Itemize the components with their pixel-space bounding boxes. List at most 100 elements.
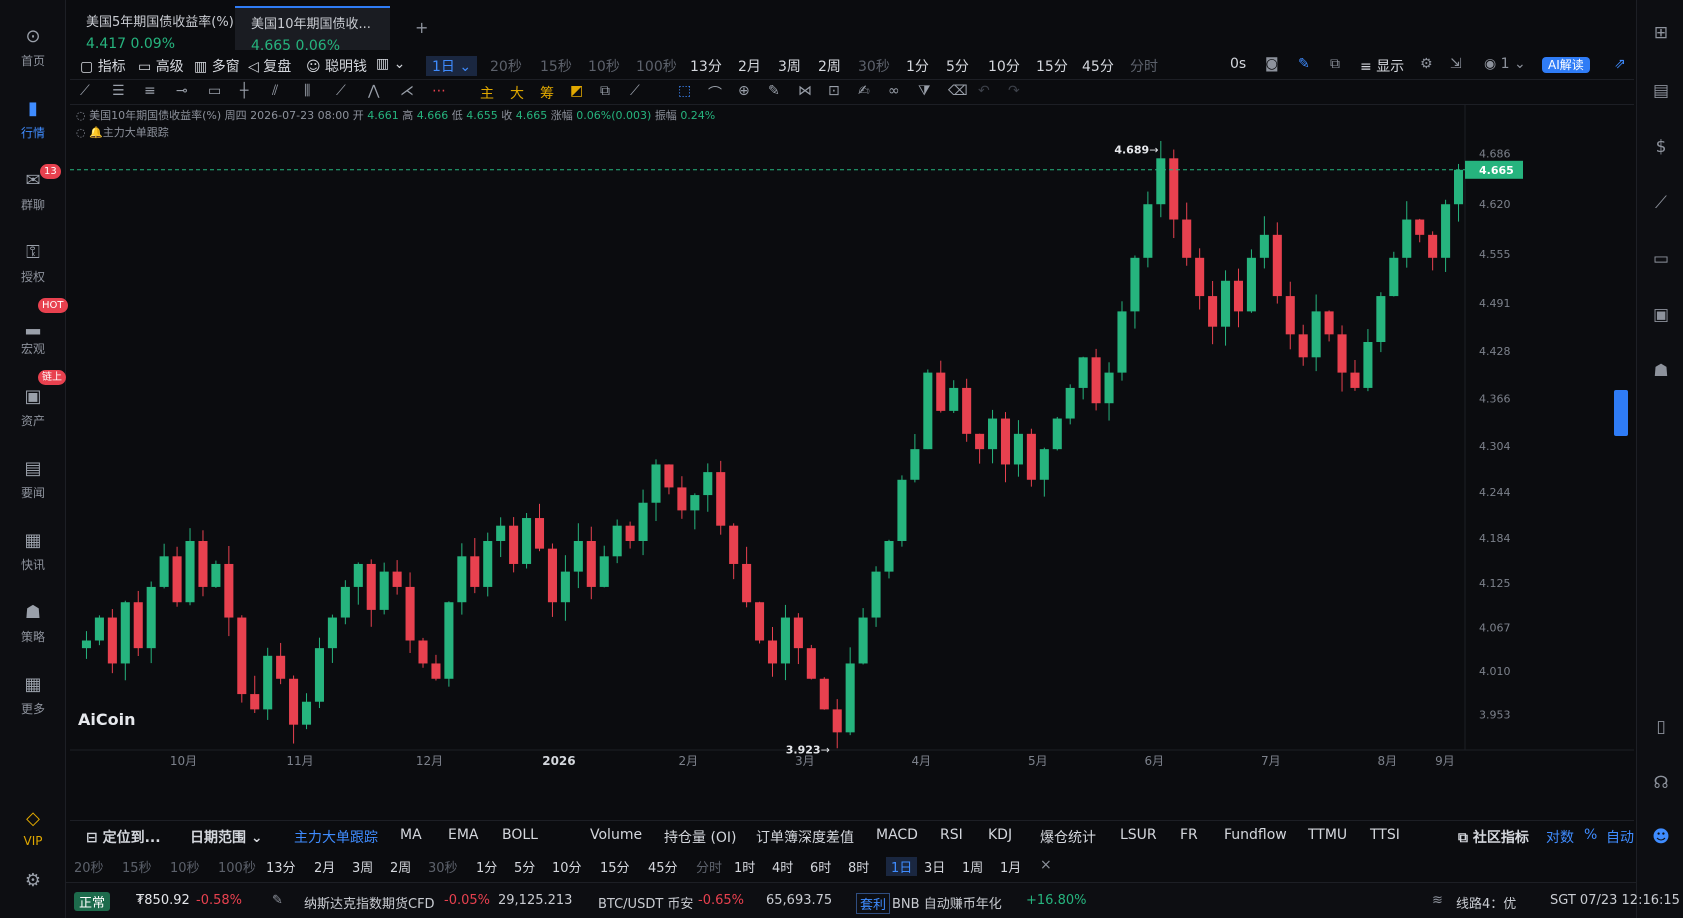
period-20s[interactable]: 20秒 bbox=[490, 56, 522, 76]
period-2w[interactable]: 2周 bbox=[818, 56, 841, 76]
auto-toggle[interactable]: 自动 bbox=[1606, 827, 1634, 847]
marker-icon[interactable]: ◩ bbox=[570, 83, 583, 99]
fib-icon[interactable]: ⫼ bbox=[304, 83, 310, 99]
parallel-icon[interactable]: ☰ bbox=[112, 83, 125, 99]
bottom-period-2[interactable]: 10秒 bbox=[170, 857, 200, 876]
chip-icon[interactable]: 筹 bbox=[540, 83, 554, 103]
percent-toggle[interactable]: % bbox=[1584, 827, 1597, 843]
measure-icon[interactable]: ⟋ bbox=[630, 83, 640, 99]
bottom-period-4[interactable]: 13分 bbox=[266, 857, 296, 876]
collapse-icon[interactable]: ⇲ bbox=[1450, 56, 1462, 72]
trend-line-icon[interactable]: ⟋ bbox=[80, 83, 90, 99]
bottom-period-12[interactable]: 15分 bbox=[600, 857, 630, 876]
nav-more[interactable]: ▦ 更多 bbox=[0, 674, 66, 717]
brush-icon[interactable]: ✎ bbox=[768, 83, 780, 99]
edit-icon[interactable]: ✍ bbox=[858, 83, 870, 99]
ind-depth[interactable]: 订单簿深度差值 bbox=[756, 827, 854, 847]
nav-auth[interactable]: ⚿ 授权 bbox=[0, 242, 66, 285]
period-15s[interactable]: 15秒 bbox=[540, 56, 572, 76]
display-button[interactable]: ≡ 显示 bbox=[1360, 56, 1404, 76]
ind-ttmu[interactable]: TTMU bbox=[1308, 827, 1347, 843]
ticker-2-name[interactable]: BTC/USDT 币安 bbox=[598, 893, 693, 912]
pattern-icon[interactable]: ⋌ bbox=[400, 83, 414, 99]
nav-flash[interactable]: ▦ 快讯 bbox=[0, 530, 66, 573]
kline-chart[interactable]: ◌ 美国10年期国债收益率(%) 周四 2026-07-23 08:00 开 4… bbox=[70, 105, 1634, 820]
balance[interactable]: ₮850.92 bbox=[136, 893, 190, 908]
bot-icon[interactable]: ☗ bbox=[1650, 360, 1672, 382]
trash-icon[interactable]: ⌫ bbox=[948, 83, 968, 99]
ruler-icon[interactable]: ⌒ bbox=[708, 83, 722, 103]
trade-icon[interactable]: $ bbox=[1650, 136, 1672, 158]
ind-volume[interactable]: Volume bbox=[590, 827, 642, 843]
log-toggle[interactable]: 对数 bbox=[1546, 827, 1574, 847]
dot-line-icon[interactable]: ⋯ bbox=[432, 83, 446, 99]
period-45m[interactable]: 45分 bbox=[1082, 56, 1114, 76]
undo-icon[interactable]: ↶ bbox=[978, 83, 990, 99]
bottom-period-20[interactable]: 3日 bbox=[924, 857, 945, 876]
ind-oi[interactable]: 持仓量 (OI) bbox=[664, 827, 737, 847]
big-order-icon[interactable]: 大 bbox=[510, 83, 524, 103]
period-5m[interactable]: 5分 bbox=[946, 56, 969, 76]
close-period-bar-icon[interactable]: × bbox=[1040, 857, 1052, 873]
bottom-period-6[interactable]: 3周 bbox=[352, 857, 373, 876]
monitor-icon[interactable]: ▭ bbox=[1650, 248, 1672, 270]
ind-boll[interactable]: BOLL bbox=[502, 827, 538, 843]
tab-us5y[interactable]: 美国5年期国债收益率(%) 4.417 0.09% bbox=[70, 6, 234, 52]
layout-icon[interactable]: ⊞ bbox=[1650, 22, 1672, 44]
pitchfork-icon[interactable]: ⟋ bbox=[336, 83, 346, 99]
period-selector[interactable]: 1日 ⌄ bbox=[426, 56, 478, 76]
line-status[interactable]: 线路4：优 bbox=[1456, 893, 1516, 912]
nav-macro[interactable]: ▂ 宏观 HOT bbox=[0, 298, 68, 357]
bottom-period-11[interactable]: 10分 bbox=[552, 857, 582, 876]
indicator-button[interactable]: ▢ 指标 bbox=[80, 56, 126, 76]
bottom-period-15[interactable]: 1时 bbox=[734, 857, 755, 876]
nav-news[interactable]: ▤ 要闻 bbox=[0, 458, 66, 501]
nav-assets[interactable]: ▣ 资产 链上 bbox=[0, 370, 66, 429]
filter-icon[interactable]: ⧩ bbox=[918, 83, 931, 99]
period-3w[interactable]: 3周 bbox=[778, 56, 801, 76]
notes-icon[interactable]: ▯ bbox=[1650, 716, 1672, 738]
bottom-period-0[interactable]: 20秒 bbox=[74, 857, 104, 876]
draw-icon[interactable]: ✎ bbox=[1298, 56, 1310, 72]
fullscreen-icon[interactable]: ⧉ bbox=[1330, 56, 1340, 72]
bottom-period-21[interactable]: 1周 bbox=[962, 857, 983, 876]
smart-money-button[interactable]: ☺ 聪明钱 bbox=[306, 56, 367, 76]
eye-dropdown[interactable]: ◉ 1 ⌄ bbox=[1484, 56, 1526, 72]
bottom-period-14[interactable]: 分时 bbox=[696, 857, 722, 876]
ind-macd[interactable]: MACD bbox=[876, 827, 918, 843]
date-range-dropdown[interactable]: 日期范围 ⌄ bbox=[190, 827, 263, 847]
channel-icon[interactable]: ⫽ bbox=[272, 83, 278, 99]
nav-strategy[interactable]: ☗ 策略 bbox=[0, 602, 66, 645]
ind-ttsi[interactable]: TTSI bbox=[1370, 827, 1400, 843]
period-10s[interactable]: 10秒 bbox=[588, 56, 620, 76]
main-force-icon[interactable]: 主 bbox=[480, 83, 494, 103]
period-100s[interactable]: 100秒 bbox=[636, 56, 677, 76]
bottom-period-3[interactable]: 100秒 bbox=[218, 857, 256, 876]
add-tab-button[interactable]: + bbox=[415, 18, 428, 37]
period-1m[interactable]: 1分 bbox=[906, 56, 929, 76]
nav-vip[interactable]: ◇ VIP bbox=[0, 808, 66, 848]
ind-fr[interactable]: FR bbox=[1180, 827, 1198, 843]
advanced-button[interactable]: ▭ 高级 bbox=[138, 56, 184, 76]
bottom-period-10[interactable]: 5分 bbox=[514, 857, 535, 876]
vline-icon[interactable]: ┼ bbox=[240, 83, 248, 99]
ind-rsi[interactable]: RSI bbox=[940, 827, 963, 843]
ind-ema[interactable]: EMA bbox=[448, 827, 479, 843]
select-icon[interactable]: ⬚ bbox=[678, 83, 691, 99]
bottom-period-19[interactable]: 1日 bbox=[886, 857, 918, 876]
wave-icon[interactable]: ⋀ bbox=[368, 83, 379, 99]
zoom-icon[interactable]: ⊕ bbox=[738, 83, 750, 99]
ticker-1-name[interactable]: 纳斯达克指数期货CFD bbox=[304, 893, 435, 912]
period-10m[interactable]: 10分 bbox=[988, 56, 1020, 76]
ray-icon[interactable]: ⊸ bbox=[176, 83, 188, 99]
bottom-period-18[interactable]: 8时 bbox=[848, 857, 869, 876]
camera-icon[interactable]: ◙ bbox=[1265, 56, 1279, 72]
period-30s[interactable]: 30秒 bbox=[858, 56, 890, 76]
community-indicators-button[interactable]: ⧉ 社区指标 bbox=[1458, 827, 1529, 847]
settings-button[interactable]: ⚙ bbox=[0, 870, 66, 896]
chart-type-dropdown[interactable]: ▥ ⌄ bbox=[376, 56, 405, 72]
period-timeline[interactable]: 分时 bbox=[1130, 56, 1158, 76]
ind-liq[interactable]: 爆仓统计 bbox=[1040, 827, 1096, 847]
bottom-period-9[interactable]: 1分 bbox=[476, 857, 497, 876]
settings-icon[interactable]: ⚙ bbox=[1420, 56, 1433, 72]
